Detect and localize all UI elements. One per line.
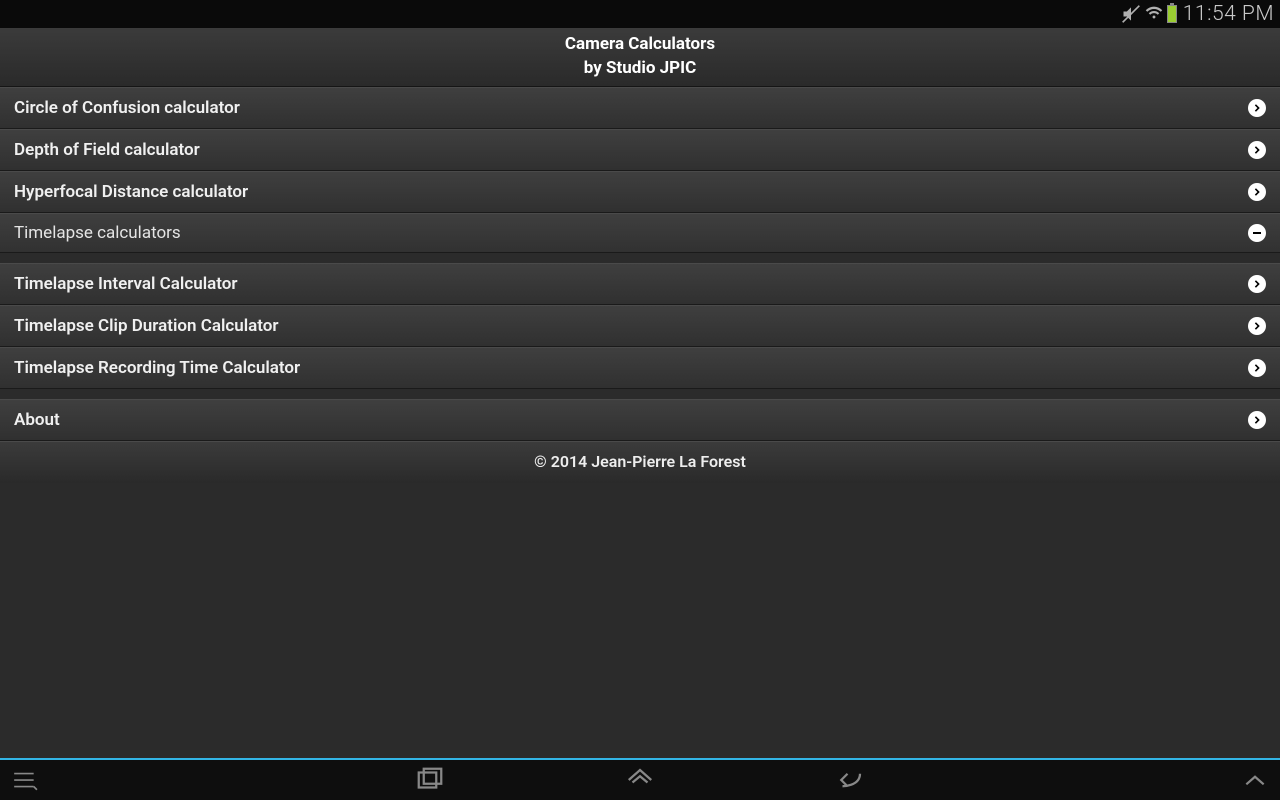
- mute-icon: [1121, 4, 1141, 24]
- chevron-right-icon: [1248, 411, 1266, 429]
- system-nav-bar: [0, 758, 1280, 800]
- group-timelapse[interactable]: Timelapse calculators: [0, 213, 1280, 253]
- chevron-right-icon: [1248, 99, 1266, 117]
- nav-back-button[interactable]: [835, 765, 865, 795]
- item-circle-of-confusion[interactable]: Circle of Confusion calculator: [0, 87, 1280, 129]
- app-title: Camera Calculators: [0, 34, 1280, 54]
- item-timelapse-interval[interactable]: Timelapse Interval Calculator: [0, 263, 1280, 305]
- nav-recents-button[interactable]: [415, 765, 445, 795]
- item-label: Hyperfocal Distance calculator: [14, 182, 248, 202]
- battery-icon: [1167, 5, 1177, 23]
- calculator-list: Circle of Confusion calculator Depth of …: [0, 87, 1280, 483]
- item-about[interactable]: About: [0, 399, 1280, 441]
- item-label: Timelapse Recording Time Calculator: [14, 358, 300, 378]
- item-label: Depth of Field calculator: [14, 140, 200, 160]
- app-header: Camera Calculators by Studio JPIC: [0, 28, 1280, 87]
- item-label: About: [14, 410, 60, 430]
- item-timelapse-recording-time[interactable]: Timelapse Recording Time Calculator: [0, 347, 1280, 389]
- chevron-right-icon: [1248, 359, 1266, 377]
- item-hyperfocal-distance[interactable]: Hyperfocal Distance calculator: [0, 171, 1280, 213]
- spacer: [0, 389, 1280, 399]
- item-label: Circle of Confusion calculator: [14, 98, 240, 118]
- nav-collapse-button[interactable]: [1242, 767, 1268, 793]
- app-subtitle: by Studio JPIC: [0, 58, 1280, 78]
- wifi-icon: [1145, 5, 1163, 23]
- status-bar: 11:54 PM: [0, 0, 1280, 28]
- item-depth-of-field[interactable]: Depth of Field calculator: [0, 129, 1280, 171]
- chevron-right-icon: [1248, 275, 1266, 293]
- chevron-right-icon: [1248, 183, 1266, 201]
- item-label: Timelapse Clip Duration Calculator: [14, 316, 279, 336]
- copyright: © 2014 Jean-Pierre La Forest: [0, 441, 1280, 483]
- item-timelapse-clip-duration[interactable]: Timelapse Clip Duration Calculator: [0, 305, 1280, 347]
- item-label: Timelapse Interval Calculator: [14, 274, 237, 294]
- empty-space: [0, 483, 1280, 748]
- chevron-right-icon: [1248, 317, 1266, 335]
- nav-menu-button[interactable]: [12, 767, 38, 793]
- chevron-right-icon: [1248, 141, 1266, 159]
- nav-home-button[interactable]: [625, 765, 655, 795]
- spacer: [0, 253, 1280, 263]
- group-label: Timelapse calculators: [14, 223, 181, 243]
- collapse-icon: [1248, 224, 1266, 242]
- clock: 11:54 PM: [1183, 2, 1274, 26]
